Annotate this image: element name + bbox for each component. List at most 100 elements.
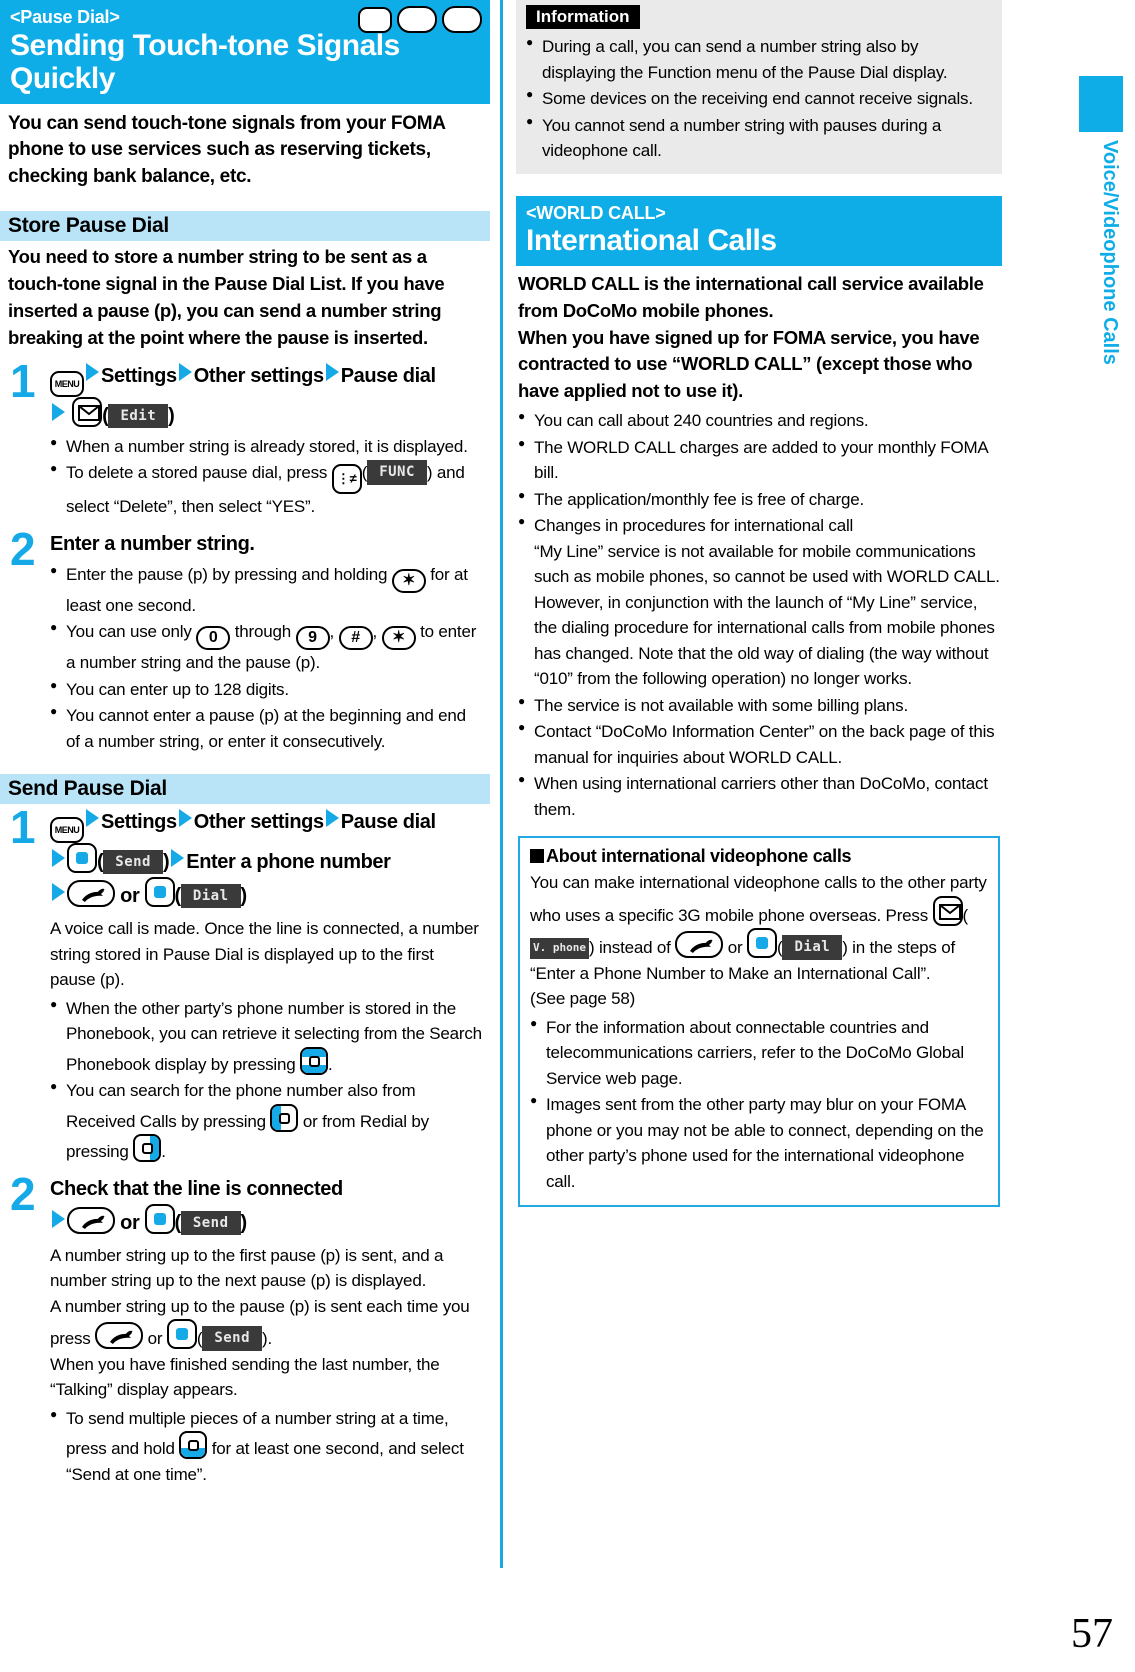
softkey-dial: Dial	[180, 884, 241, 909]
note-text-tail: .	[328, 1054, 333, 1074]
bullet-item: The WORLD CALL charges are added to your…	[518, 434, 1000, 486]
menu-item-other-settings: Other settings	[193, 811, 324, 834]
step-number: 1	[10, 354, 36, 407]
bullet-item: When using international carriers other …	[518, 770, 1000, 822]
numeric-key-9-icon: 9	[295, 626, 330, 651]
note-text-tail: .	[161, 1142, 166, 1162]
note-item: You can search for the phone number also…	[50, 1077, 482, 1165]
center-select-key-icon	[67, 843, 97, 874]
step-1-instruction: MENU Settings Other settings Pause dial (Ed…	[50, 362, 482, 431]
step-number: 2	[10, 1167, 36, 1220]
send-step-2-description: A number string up to the first pause (p…	[50, 1245, 470, 1400]
mail-key-icon	[932, 895, 963, 926]
note-box-bullets: For the information about connectable co…	[530, 1014, 988, 1195]
information-list: During a call, you can send a number str…	[526, 33, 992, 164]
arrow-icon	[52, 1209, 65, 1228]
softkey-send: Send	[103, 850, 163, 875]
arrow-icon	[86, 362, 99, 381]
note-text: You can use only	[66, 622, 197, 642]
note-item: You cannot enter a pause (p) at the begi…	[50, 702, 482, 754]
numeric-key-8-icon: 8	[397, 6, 437, 33]
note-item: Enter the pause (p) by pressing and hold…	[50, 561, 482, 619]
nav-right-key-icon	[133, 1134, 162, 1163]
bullet-item: Contact “DoCoMo Information Center” on t…	[518, 718, 1000, 770]
call-key-icon	[67, 1206, 115, 1234]
menu-item-pause-dial: Pause dial	[340, 811, 436, 834]
note-item: When a number string is already stored, …	[50, 433, 482, 460]
note-item: When the other party’s phone number is s…	[50, 995, 482, 1078]
info-item: During a call, you can send a number str…	[526, 33, 992, 85]
bullet-item: You can call about 240 countries and reg…	[518, 407, 1000, 434]
lead-paragraph: You can send touch-tone signals from you…	[8, 112, 445, 188]
arrow-icon	[52, 402, 65, 421]
call-key-icon	[675, 931, 724, 959]
call-key-icon	[67, 880, 115, 908]
mail-key-icon	[72, 396, 103, 427]
desc-para-2-mid: or	[143, 1329, 167, 1349]
chapter-label: Voice/Videophone Calls	[1099, 140, 1121, 365]
note-item: For the information about connectable co…	[530, 1014, 988, 1092]
asterisk-key-icon: ✶	[381, 626, 416, 651]
note-item: To send multiple pieces of a number stri…	[50, 1405, 482, 1488]
or-label: or	[727, 938, 743, 958]
note-text: Enter the pause (p) by pressing and hold…	[66, 564, 392, 584]
menu-item-settings: Settings	[101, 811, 177, 834]
nav-down-key-icon	[179, 1431, 208, 1460]
numeric-key-0-icon: 0	[196, 626, 231, 651]
menu-key-icon: MENU	[358, 6, 392, 33]
send-step-2-notes: To send multiple pieces of a number stri…	[50, 1405, 482, 1488]
left-column: <Pause Dial> Sending Touch-tone Signals …	[0, 0, 490, 1488]
arrow-icon	[86, 809, 99, 828]
section-banner-world-call: <WORLD CALL> International Calls	[516, 195, 1002, 266]
note-box-title: About international videophone calls	[530, 846, 988, 867]
right-column: Information During a call, you can send …	[516, 0, 1002, 1208]
column-divider	[500, 0, 503, 1568]
info-item: You cannot send a number string with pau…	[526, 112, 992, 164]
note-para-b: ) instead of	[588, 938, 676, 958]
menu-key-icon: MENU	[50, 370, 84, 397]
desc-para-2-post: ).	[262, 1329, 273, 1349]
section-banner-pause-dial: <Pause Dial> Sending Touch-tone Signals …	[0, 0, 490, 104]
arrow-icon	[325, 809, 339, 828]
square-bullet-icon	[530, 849, 544, 864]
step-2-instruction: Enter a number string.	[50, 532, 255, 555]
nav-up-down-key-icon	[300, 1046, 329, 1075]
bullet-item: Changes in procedures for international …	[518, 512, 1000, 692]
store-intro: You need to store a number string to be …	[8, 246, 445, 348]
information-label: Information	[526, 5, 640, 29]
step-number: 1	[10, 801, 36, 854]
arrow-icon	[171, 849, 185, 868]
desc-para-3: When you have finished sending the last …	[50, 1354, 440, 1400]
call-key-icon	[95, 1322, 144, 1350]
desc-para-1: A number string up to the first pause (p…	[50, 1245, 444, 1291]
arrow-icon	[52, 849, 65, 868]
send-step-2-instruction: Check that the line is connected or (Sen…	[50, 1177, 343, 1235]
subheading-store-pause-dial: Store Pause Dial	[0, 211, 490, 242]
menu-item-pause-dial: Pause dial	[340, 364, 436, 387]
world-call-bullets: You can call about 240 countries and reg…	[518, 407, 1000, 822]
manual-page: <Pause Dial> Sending Touch-tone Signals …	[0, 0, 1135, 1672]
note-box-title-text: About international videophone calls	[546, 846, 852, 867]
hash-key-icon: #	[338, 626, 373, 651]
softkey-send: Send	[202, 1326, 263, 1352]
step-1-notes: When a number string is already stored, …	[50, 433, 482, 520]
softkey-send: Send	[180, 1210, 241, 1235]
send-step-1: 1 MENU Settings Other settings Pause dial (…	[8, 804, 482, 1165]
note-item: To delete a stored pause dial, press ⋮≠(…	[50, 459, 482, 520]
softkey-v-phone: V. phone	[530, 938, 589, 959]
changes-detail: “My Line” service is not available for m…	[534, 541, 1000, 689]
banner-kicker: <WORLD CALL>	[526, 202, 666, 223]
bullet-item: The service is not available with some b…	[518, 692, 1000, 719]
send-step-1-description: A voice call is made. Once the line is c…	[50, 919, 479, 990]
center-select-key-icon	[747, 928, 777, 959]
softkey-func: FUNC	[367, 460, 427, 486]
step-number: 2	[10, 522, 36, 575]
function-key-icon: ⋮≠	[331, 464, 362, 495]
send-step-2-title: Check that the line is connected	[50, 1177, 343, 1200]
information-box: Information During a call, you can send …	[516, 0, 1002, 174]
page-number: 57	[1071, 1611, 1113, 1657]
banner-title: International Calls	[526, 224, 777, 257]
arrow-icon	[178, 809, 192, 828]
note-item: Images sent from the other party may blu…	[530, 1091, 988, 1194]
softkey-dial: Dial	[782, 935, 843, 961]
